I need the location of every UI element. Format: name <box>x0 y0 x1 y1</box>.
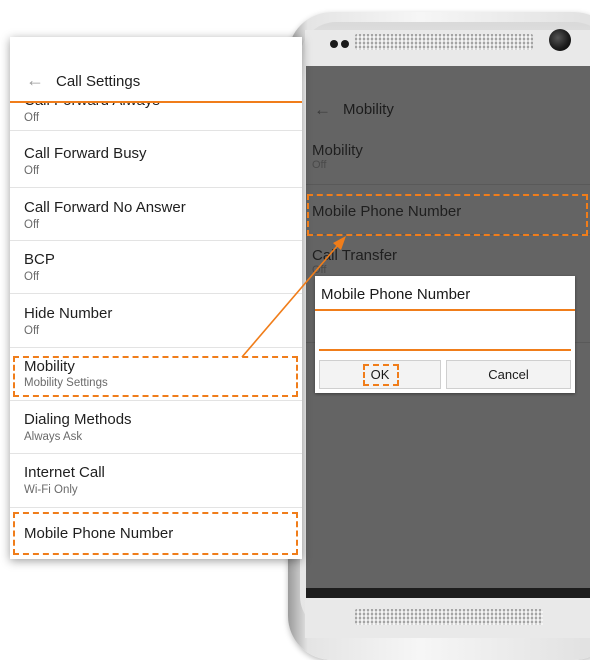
list-item-subtitle: Wi-Fi Only <box>24 484 78 496</box>
list-item-title: Mobile Phone Number <box>24 525 174 542</box>
phone-item-mobile-phone-number[interactable]: Mobile Phone Number <box>312 203 461 220</box>
mobile-phone-number-input[interactable] <box>319 316 571 351</box>
list-item-title: Call Forward No Answer <box>24 199 186 216</box>
sensor-dot-icon <box>330 40 338 48</box>
phone-item-call-transfer[interactable]: Call Transfer Off <box>312 247 397 276</box>
sensor-dot-icon <box>341 40 349 48</box>
earpiece-speaker-grille <box>355 34 533 50</box>
list-item-subtitle: Off <box>24 325 40 337</box>
list-item-subtitle: Off <box>24 112 40 124</box>
back-arrow-icon[interactable]: ← <box>26 70 44 91</box>
bottom-speaker-grille <box>355 609 543 625</box>
phone-navigation-bar <box>306 588 590 598</box>
list-item-subtitle: Always Ask <box>24 431 83 443</box>
ok-button-label: OK <box>370 367 390 382</box>
list-item-subtitle: Off <box>24 165 40 177</box>
list-item-title: Mobility <box>24 358 75 375</box>
mobile-phone-number-dialog: Mobile Phone Number OK Cancel <box>315 276 575 393</box>
list-item-subtitle: Off <box>24 271 40 283</box>
call-settings-panel: ← Call Settings Call Forward Always Off … <box>10 37 302 559</box>
divider <box>10 240 302 241</box>
phone-item-title: Mobile Phone Number <box>312 203 462 220</box>
ok-button[interactable]: OK <box>319 360 441 389</box>
divider <box>306 234 590 235</box>
header-background <box>10 37 302 101</box>
list-item-title: Internet Call <box>24 464 105 481</box>
divider <box>306 184 590 185</box>
divider <box>10 130 302 131</box>
phone-item-subtitle: Off <box>312 159 327 171</box>
divider <box>10 400 302 401</box>
divider <box>10 187 302 188</box>
list-item-title: Hide Number <box>24 305 113 322</box>
phone-item-subtitle: Off <box>312 264 327 276</box>
divider <box>10 293 302 294</box>
list-item-subtitle: Mobility Settings <box>24 377 108 389</box>
dialog-title-divider <box>315 309 575 311</box>
dialog-title: Mobile Phone Number <box>321 286 471 303</box>
list-item-subtitle: Off <box>24 219 40 231</box>
phone-item-mobility[interactable]: Mobility Off <box>312 142 363 171</box>
divider <box>10 507 302 508</box>
list-item-title: Dialing Methods <box>24 411 132 428</box>
divider <box>10 347 302 348</box>
phone-item-title: Call Transfer <box>312 247 398 264</box>
divider <box>10 453 302 454</box>
list-item-title: Call Forward Busy <box>24 145 147 162</box>
header-divider <box>10 101 302 103</box>
front-camera-icon <box>549 29 571 51</box>
list-item-title: BCP <box>24 251 55 268</box>
cancel-button[interactable]: Cancel <box>446 360 571 389</box>
phone-item-title: Mobility <box>312 142 363 159</box>
page-title: Call Settings <box>56 73 141 90</box>
back-arrow-icon[interactable]: ← <box>314 100 331 120</box>
phone-screen-title: Mobility <box>343 101 394 118</box>
cancel-button-label: Cancel <box>488 367 529 382</box>
